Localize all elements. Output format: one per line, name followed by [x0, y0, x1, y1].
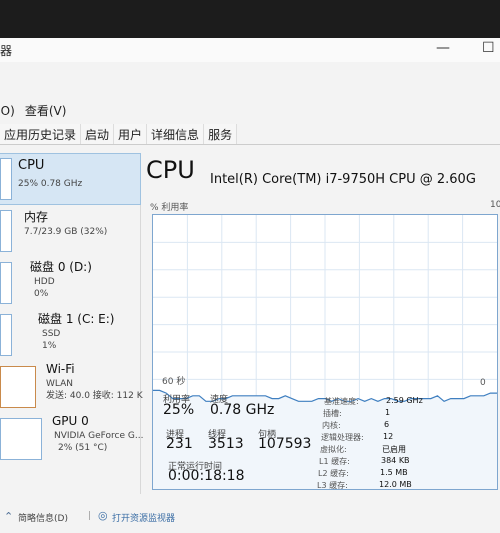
thread-value: 3513: [208, 436, 244, 452]
menu-bar: 选项(O) 查看(V): [0, 102, 66, 120]
spec-label: L2 缓存:: [318, 469, 349, 478]
sidebar-item-gpu[interactable]: GPU 0 NVIDIA GeForce G... 2% (51 °C): [0, 414, 144, 464]
spec-value: 6: [384, 420, 390, 429]
sidebar-item-cpu[interactable]: CPU 25% 0.78 GHz: [0, 153, 141, 205]
minimize-icon[interactable]: —: [436, 40, 450, 56]
sidebar-item-value: 0%: [34, 289, 49, 299]
resource-sidebar: CPU 25% 0.78 GHz 内存 7.7/23.9 GB (32%) 磁盘…: [0, 153, 144, 494]
spec-label: 基准速度:: [324, 397, 359, 406]
graph-y-label: % 利用率: [150, 203, 189, 213]
cpu-model-name: Intel(R) Core(TM) i7-9750H CPU @ 2.60G: [210, 172, 476, 187]
sidebar-item-label: CPU: [18, 158, 45, 173]
sidebar-item-label: Wi-Fi: [46, 362, 75, 376]
tab-services[interactable]: 服务: [204, 124, 238, 144]
task-manager-window: 器 — ☐ 选项(O) 查看(V) 应用历史记录 启动 用户 详细信息 服务 C…: [0, 38, 500, 533]
title-bar: 器 — ☐: [0, 38, 500, 62]
sidebar-item-value: 7.7/23.9 GB (32%): [24, 227, 108, 237]
spec-label: 逻辑处理器:: [321, 433, 364, 442]
menu-view[interactable]: 查看(V): [25, 102, 67, 120]
spec-value: 384 KB: [381, 456, 410, 465]
brief-info-link[interactable]: 简略信息(D): [18, 511, 68, 524]
gpu-thumb-graph: [0, 418, 42, 460]
speed-value: 0.78 GHz: [210, 402, 275, 418]
open-resource-monitor-link[interactable]: 打开资源监视器: [112, 511, 175, 524]
graph-y-max: 10: [490, 200, 500, 210]
process-value: 231: [166, 436, 193, 452]
tab-app-history[interactable]: 应用历史记录: [0, 124, 82, 144]
sidebar-item-wifi[interactable]: Wi-Fi WLAN 发送: 40.0 接收: 112 K: [0, 362, 143, 412]
sidebar-item-label: GPU 0: [52, 414, 89, 428]
spec-label: 内核:: [322, 421, 341, 430]
spec-value: 2.59 GHz: [386, 396, 423, 405]
util-value: 25%: [163, 402, 195, 418]
menu-options[interactable]: 选项(O): [0, 102, 15, 120]
spec-value: 12.0 MB: [379, 480, 412, 489]
handle-value: 107593: [258, 436, 312, 452]
sidebar-item-type: HDD: [34, 277, 55, 287]
graph-time-label: 60 秒: [162, 377, 186, 387]
tab-details[interactable]: 详细信息: [147, 124, 205, 144]
sidebar-item-value: 2% (51 °C): [58, 443, 108, 453]
sidebar-item-label: 内存: [24, 210, 49, 224]
window-title: 器: [0, 44, 13, 58]
sidebar-item-value: 发送: 40.0 接收: 112 K: [46, 391, 143, 401]
cpu-thumb-graph: [0, 158, 12, 200]
memory-thumb-graph: [0, 210, 12, 252]
spec-value: 1.5 MB: [380, 468, 408, 477]
maximize-icon[interactable]: ☐: [482, 40, 495, 56]
wifi-thumb-graph: [0, 366, 36, 408]
sidebar-item-type: NVIDIA GeForce G...: [54, 431, 144, 441]
sidebar-item-disk1[interactable]: 磁盘 1 (C: E:) SSD 1%: [0, 310, 140, 360]
sidebar-item-memory[interactable]: 内存 7.7/23.9 GB (32%): [0, 206, 140, 256]
disk1-thumb-graph: [0, 314, 12, 356]
monitor-icon: ◎: [98, 509, 108, 522]
spec-label: 插槽:: [323, 409, 342, 418]
spec-value: 已启用: [382, 445, 406, 454]
uptime-value: 0:00:18:18: [168, 468, 245, 484]
spec-value: 12: [383, 432, 394, 441]
sidebar-item-type: WLAN: [46, 379, 74, 389]
sidebar-item-value: 1%: [42, 341, 57, 351]
sidebar-item-type: SSD: [42, 329, 61, 339]
sidebar-item-disk0[interactable]: 磁盘 0 (D:) HDD 0%: [0, 258, 140, 308]
spec-label: L3 缓存:: [317, 481, 348, 490]
tab-users[interactable]: 用户: [114, 124, 148, 144]
spec-value: 1: [385, 408, 391, 417]
sidebar-item-label: 磁盘 0 (D:): [30, 260, 92, 274]
spec-label: L1 缓存:: [319, 457, 350, 466]
chevron-up-icon[interactable]: ⌃: [4, 510, 13, 523]
disk0-thumb-graph: [0, 262, 12, 304]
tab-bar: 应用历史记录 启动 用户 详细信息 服务: [0, 124, 500, 145]
spec-label: 虚拟化:: [320, 445, 347, 454]
tab-startup[interactable]: 启动: [81, 124, 115, 144]
page-title: CPU: [146, 156, 195, 184]
footer-bar: ⌃ 简略信息(D) | ◎ 打开资源监视器: [0, 507, 500, 527]
sidebar-item-value: 25% 0.78 GHz: [18, 179, 83, 189]
sidebar-item-label: 磁盘 1 (C: E:): [38, 312, 115, 326]
graph-time-end: 0: [480, 378, 486, 388]
divider: |: [88, 511, 92, 521]
